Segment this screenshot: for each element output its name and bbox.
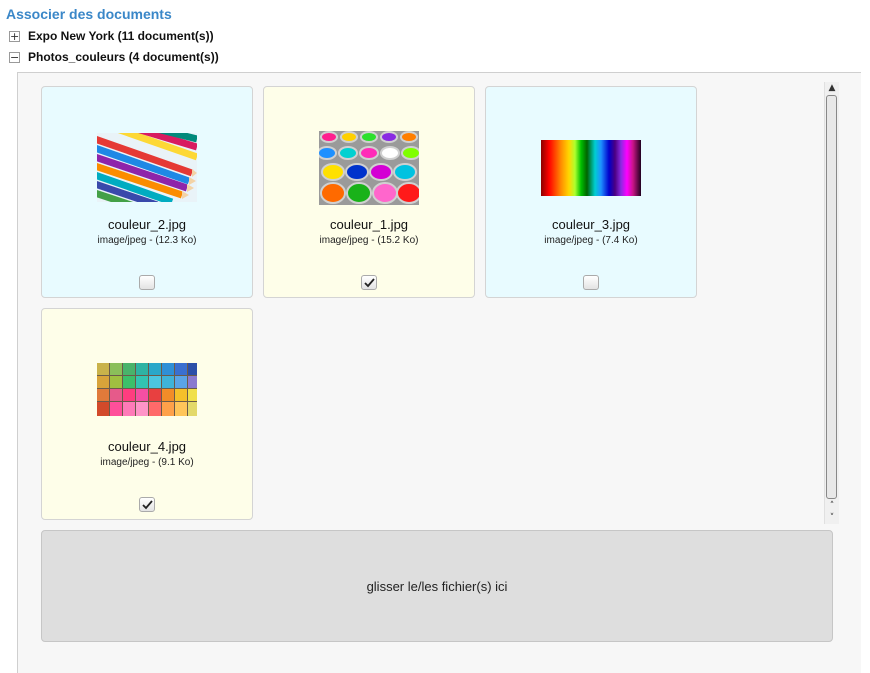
page-title: Associer des documents: [6, 6, 172, 22]
document-card[interactable]: couleur_3.jpg image/jpeg - (7.4 Ko): [485, 86, 697, 298]
documents-grid: couleur_2.jpg image/jpeg - (12.3 Ko) cou…: [24, 81, 840, 525]
thumbnail-rainbow-stripes: [541, 140, 641, 196]
drop-zone-label: glisser le/les fichier(s) ici: [366, 579, 508, 594]
file-meta: image/jpeg - (7.4 Ko): [544, 235, 638, 246]
select-checkbox[interactable]: [139, 275, 155, 290]
file-name: couleur_1.jpg: [329, 217, 409, 232]
document-card[interactable]: couleur_4.jpg image/jpeg - (9.1 Ko): [41, 308, 253, 520]
expand-toggle-icon[interactable]: +: [9, 30, 20, 42]
file-name: couleur_4.jpg: [107, 439, 187, 454]
group-label[interactable]: Photos_couleurs (4 document(s)): [28, 50, 219, 64]
file-meta: image/jpeg - (12.3 Ko): [97, 235, 197, 246]
select-checkbox[interactable]: [361, 275, 377, 290]
select-checkbox[interactable]: [583, 275, 599, 290]
chevron-down-icon[interactable]: ˅: [825, 513, 839, 523]
vertical-scrollbar[interactable]: ▲ ˄ ˅: [824, 82, 839, 524]
file-meta: image/jpeg - (15.2 Ko): [319, 235, 419, 246]
file-name: couleur_2.jpg: [107, 217, 187, 232]
thumbnail-colored-pencils: [97, 133, 197, 202]
select-checkbox[interactable]: [139, 497, 155, 512]
collapse-toggle-icon[interactable]: −: [9, 51, 20, 63]
scrollbar-thumb[interactable]: [826, 95, 837, 499]
checkmark-icon: [364, 278, 375, 288]
group-expo-new-york[interactable]: + Expo New York (11 document(s)): [9, 28, 214, 44]
checkmark-icon: [142, 500, 153, 510]
thumbnail-chalk-pastels: [97, 363, 197, 416]
scroll-up-icon[interactable]: ▲: [825, 82, 839, 94]
file-name: couleur_3.jpg: [551, 217, 631, 232]
document-card[interactable]: couleur_2.jpg image/jpeg - (12.3 Ko): [41, 86, 253, 298]
file-meta: image/jpeg - (9.1 Ko): [100, 457, 194, 468]
group-label[interactable]: Expo New York (11 document(s)): [28, 29, 214, 43]
group-photos-couleurs[interactable]: − Photos_couleurs (4 document(s)): [9, 49, 219, 65]
document-card[interactable]: couleur_1.jpg image/jpeg - (15.2 Ko): [263, 86, 475, 298]
thumbnail-paint-cans: [319, 131, 419, 205]
file-drop-zone[interactable]: glisser le/les fichier(s) ici: [41, 530, 833, 642]
chevron-up-icon[interactable]: ˄: [825, 501, 839, 511]
